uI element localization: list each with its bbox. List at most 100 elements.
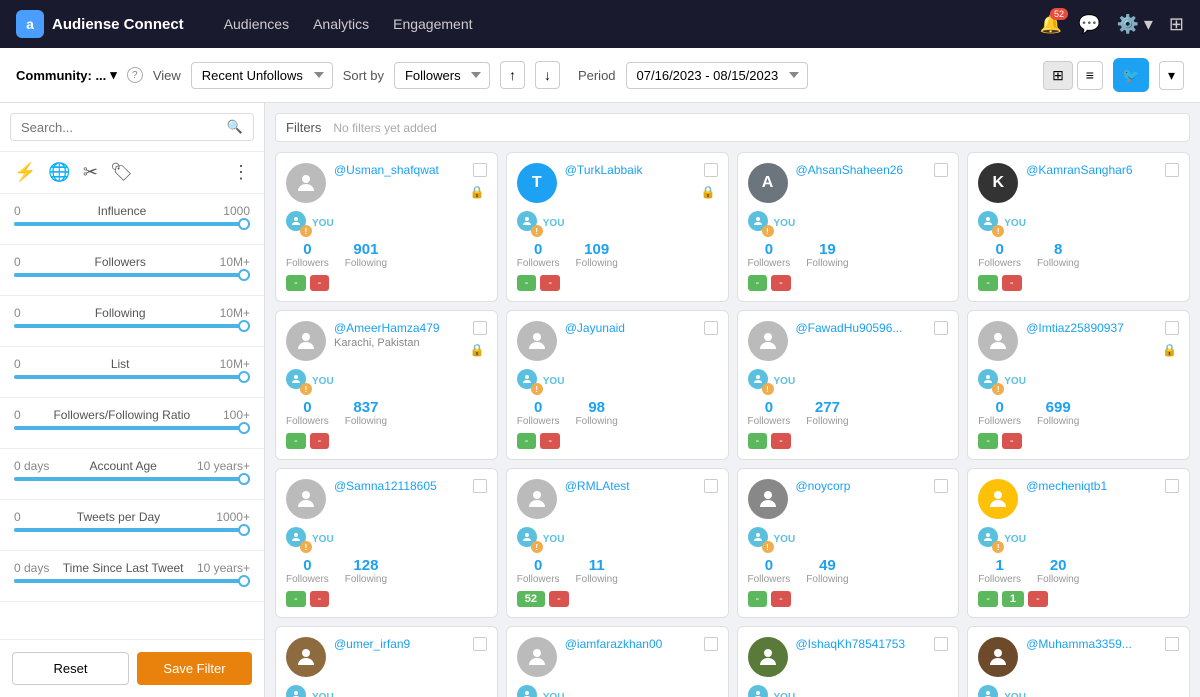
influence-slider[interactable] — [14, 222, 250, 226]
card-username[interactable]: @FawadHu90596... — [796, 321, 927, 335]
card-username[interactable]: @TurkLabbaik — [565, 163, 696, 177]
save-filter-button[interactable]: Save Filter — [137, 652, 252, 685]
action-red-button[interactable]: - — [1028, 591, 1048, 607]
action-plus-button[interactable]: - — [978, 433, 998, 449]
nav-engagement[interactable]: Engagement — [393, 16, 472, 32]
scissors-icon[interactable]: ✂ — [83, 162, 98, 183]
action-plus-button[interactable]: - — [286, 275, 306, 291]
action-minus-button[interactable]: - — [771, 591, 791, 607]
card-username[interactable]: @umer_irfan9 — [334, 637, 465, 651]
following-label: Following — [806, 574, 848, 585]
card-username[interactable]: @KamranSanghar6 — [1026, 163, 1157, 177]
card-checkbox[interactable] — [1165, 163, 1179, 177]
card-username[interactable]: @RMLAtest — [565, 479, 696, 493]
community-label[interactable]: Community: ... ▾ — [16, 67, 117, 83]
notifications-icon[interactable]: 🔔 52 — [1040, 14, 1062, 35]
card-username[interactable]: @mecheniqtb1 — [1026, 479, 1157, 493]
card-checkbox[interactable] — [473, 321, 487, 335]
card-checkbox[interactable] — [934, 479, 948, 493]
action-plus-button[interactable]: - — [978, 275, 998, 291]
action-plus-button[interactable]: - — [748, 433, 768, 449]
reset-button[interactable]: Reset — [12, 652, 129, 685]
action-minus-button[interactable]: - — [771, 275, 791, 291]
card-username[interactable]: @Usman_shafqwat — [334, 163, 465, 177]
card-username[interactable]: @Jayunaid — [565, 321, 696, 335]
action-minus-button[interactable]: - — [1002, 275, 1022, 291]
action-minus-button[interactable]: - — [310, 275, 330, 291]
search-input-wrap[interactable]: 🔍 — [10, 113, 254, 141]
action-num-button[interactable]: 1 — [1002, 591, 1024, 607]
info-icon[interactable]: ? — [127, 67, 143, 83]
card-checkbox[interactable] — [704, 637, 718, 651]
period-select[interactable]: 07/16/2023 - 08/15/2023 — [626, 62, 808, 89]
card-checkbox[interactable] — [934, 163, 948, 177]
more-options-icon[interactable]: ⋮ — [232, 162, 250, 183]
account-age-slider[interactable] — [14, 477, 250, 481]
card-username[interactable]: @Samna12118605 — [334, 479, 465, 493]
list-slider[interactable] — [14, 375, 250, 379]
nav-analytics[interactable]: Analytics — [313, 16, 369, 32]
card-username[interactable]: @Imtiaz25890937 — [1026, 321, 1157, 335]
following-count: 837 — [345, 399, 387, 416]
action-minus-button[interactable]: - — [771, 433, 791, 449]
card-username[interactable]: @AmeerHamza479 — [334, 321, 465, 335]
card-checkbox[interactable] — [934, 637, 948, 651]
followers-count: 0 — [286, 557, 329, 574]
messages-icon[interactable]: 💬 — [1078, 14, 1100, 35]
settings-icon[interactable]: ⚙️ ▾ — [1116, 14, 1152, 35]
card-info: @iamfarazkhan00 — [565, 637, 696, 651]
action-plus-button[interactable]: - — [748, 275, 768, 291]
card-checkbox[interactable] — [473, 163, 487, 177]
following-slider[interactable] — [14, 324, 250, 328]
card-username[interactable]: @AhsanShaheen26 — [796, 163, 927, 177]
action-minus-button[interactable]: - — [540, 433, 560, 449]
card-checkbox[interactable] — [1165, 479, 1179, 493]
list-view-button[interactable]: ≡ — [1077, 61, 1103, 90]
tag-icon[interactable]: 🏷 — [110, 162, 133, 183]
brand-logo[interactable]: a Audiense Connect — [16, 10, 184, 38]
action-num-button[interactable]: 52 — [517, 591, 545, 607]
card-checkbox[interactable] — [704, 479, 718, 493]
followers-slider[interactable] — [14, 273, 250, 277]
card-username[interactable]: @Muhamma3359... — [1026, 637, 1157, 651]
card-checkbox[interactable] — [473, 479, 487, 493]
action-minus-button[interactable]: - — [540, 275, 560, 291]
action-plus-button[interactable]: - — [748, 591, 768, 607]
action-minus-button[interactable]: - — [549, 591, 569, 607]
action-plus-button[interactable]: - — [286, 433, 306, 449]
sort-desc-button[interactable]: ↓ — [535, 61, 560, 89]
card-checkbox[interactable] — [1165, 637, 1179, 651]
card-username[interactable]: @noycorp — [796, 479, 927, 493]
sort-select[interactable]: Followers — [394, 62, 490, 89]
action-minus-button[interactable]: - — [978, 591, 998, 607]
action-plus-button[interactable]: - — [517, 275, 537, 291]
grid-view-button[interactable]: ⊞ — [1043, 61, 1073, 90]
followers-stat: 1 Followers — [978, 557, 1021, 585]
card-username[interactable]: @iamfarazkhan00 — [565, 637, 696, 651]
last-tweet-slider[interactable] — [14, 579, 250, 583]
card-checkbox[interactable] — [473, 637, 487, 651]
card-checkbox[interactable] — [704, 321, 718, 335]
action-plus-button[interactable]: - — [517, 433, 537, 449]
twitter-filter-button[interactable]: 🐦 — [1113, 58, 1149, 92]
card-username[interactable]: @IshaqKh78541753 — [796, 637, 927, 651]
tweets-per-day-slider[interactable] — [14, 528, 250, 532]
globe-icon[interactable]: 🌐 — [48, 162, 70, 183]
action-plus-button[interactable]: - — [286, 591, 306, 607]
lock-icon: 🔒 — [470, 185, 485, 199]
card-checkbox[interactable] — [934, 321, 948, 335]
ratio-slider[interactable] — [14, 426, 250, 430]
filter-icon[interactable]: ⚡ — [14, 162, 36, 183]
card-checkbox[interactable] — [1165, 321, 1179, 335]
view-select[interactable]: Recent Unfollows — [191, 62, 333, 89]
action-minus-button[interactable]: - — [310, 591, 330, 607]
grid-icon[interactable]: ⊞ — [1169, 14, 1184, 35]
nav-audiences[interactable]: Audiences — [224, 16, 289, 32]
search-input[interactable] — [21, 120, 221, 135]
export-button[interactable]: ▾ — [1159, 61, 1184, 90]
user-card: @umer_irfan9 ! YOU 1 Followers — [275, 626, 498, 697]
action-minus-button[interactable]: - — [1002, 433, 1022, 449]
card-checkbox[interactable] — [704, 163, 718, 177]
action-minus-button[interactable]: - — [310, 433, 330, 449]
sort-asc-button[interactable]: ↑ — [500, 61, 525, 89]
